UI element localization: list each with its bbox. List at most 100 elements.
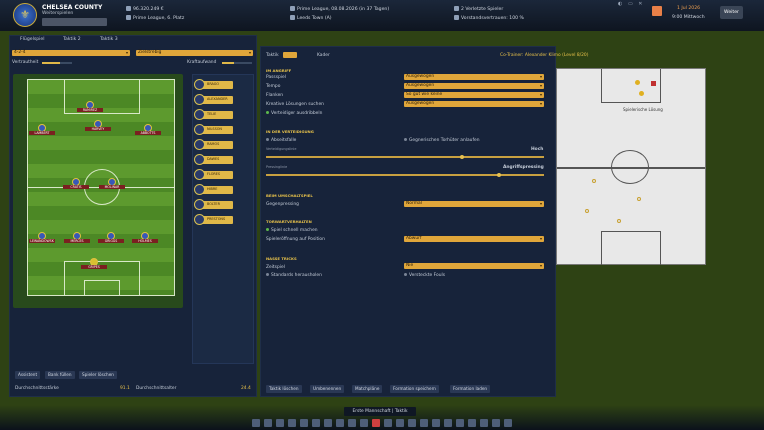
player-card[interactable]: LAMBERT <box>29 124 55 138</box>
tab-squad[interactable]: Kader <box>317 53 330 58</box>
calendar-icon[interactable] <box>652 6 662 16</box>
fill-bench-button[interactable]: Bank füllen <box>45 371 75 379</box>
sub-player[interactable]: TELIE <box>194 109 233 120</box>
assistant-button[interactable]: Assistent <box>15 371 41 379</box>
distribution-select[interactable]: Abwurf <box>404 236 544 242</box>
rename-button[interactable]: Umbenennen <box>310 385 345 393</box>
counter-press-label: Gegenpressing <box>266 202 299 207</box>
toolbar-icon[interactable] <box>324 419 332 427</box>
toolbar-icon[interactable] <box>312 419 320 427</box>
sub-player[interactable]: ALEXANDER <box>194 94 233 105</box>
hidden-fouls-radio[interactable]: Versteckte Fouls <box>404 273 445 278</box>
shirt-icon <box>194 94 205 105</box>
tab-wing-play[interactable]: Flügelspiel <box>20 36 45 44</box>
window-controls[interactable]: ◐ ▭ ✕ <box>618 1 644 7</box>
toolbar-icon[interactable] <box>480 419 488 427</box>
toolbar-icon[interactable] <box>348 419 356 427</box>
remove-players-button[interactable]: Spieler löschen <box>79 371 117 379</box>
toolbar-icon[interactable] <box>420 419 428 427</box>
handshake-icon <box>454 15 459 20</box>
quick-distribution-radio[interactable]: Spiel schnell machen <box>266 228 318 233</box>
toolbar-icon[interactable] <box>252 419 260 427</box>
toolbar-icon[interactable] <box>300 419 308 427</box>
toolbar-icon[interactable] <box>432 419 440 427</box>
injured-players[interactable]: 2 Verletzte Spieler <box>454 6 503 12</box>
toolbar-icon[interactable] <box>384 419 392 427</box>
sub-player[interactable]: FLORES <box>194 169 233 180</box>
shield-icon <box>290 15 295 20</box>
creativity-select[interactable]: Ausgewogen <box>404 101 544 107</box>
pressing-line-slider[interactable] <box>266 172 544 177</box>
money-info[interactable]: 96.320.249 € <box>126 6 164 12</box>
counter-press-select[interactable]: Normal <box>404 201 544 207</box>
sub-player[interactable]: BRAGO <box>194 79 233 90</box>
tab-tactics[interactable]: Taktik <box>266 53 279 58</box>
press-goalkeeper-radio[interactable]: Gegnerischen Torhüter anlaufen <box>404 138 480 143</box>
pressing-line-label: Pressinglinie <box>266 165 288 169</box>
board-confidence[interactable]: Vorstandsvertrauen: 100 % <box>454 15 524 21</box>
play-style-select[interactable]: Zielstrebig <box>136 50 253 56</box>
tab-tactic-2[interactable]: Taktik 2 <box>63 36 81 44</box>
toolbar-icon[interactable] <box>468 419 476 427</box>
slider-handle[interactable] <box>497 172 501 177</box>
player-card[interactable]: GRIGGS <box>98 232 124 246</box>
tempo-select[interactable]: Ausgewogen <box>404 83 544 89</box>
player-card[interactable]: MOLINAR <box>99 178 125 192</box>
offside-trap-radio[interactable]: Abseitsfalle <box>266 138 296 143</box>
match-plans-button[interactable]: Matchpläne <box>352 385 383 393</box>
tactics-toggle[interactable] <box>283 52 297 58</box>
club-crest-icon[interactable]: ⚜ <box>13 3 37 27</box>
sub-player[interactable]: BOLTER <box>194 199 233 210</box>
distribution-label: Spieleröffnung auf Position <box>266 237 325 242</box>
sub-player[interactable]: HIBRE <box>194 184 233 195</box>
player-card[interactable]: HARVEY <box>85 120 111 134</box>
toolbar-icon[interactable] <box>456 419 464 427</box>
formation-select[interactable]: 4-2-4 <box>12 50 130 56</box>
next-opponent[interactable]: Leeds Town (A) <box>290 15 332 21</box>
passing-select[interactable]: Ausgewogen <box>404 74 544 80</box>
sub-player[interactable]: RAMOS <box>194 139 233 150</box>
toolbar-icon[interactable] <box>264 419 272 427</box>
club-search-box[interactable] <box>42 18 107 26</box>
toolbar-icon[interactable] <box>288 419 296 427</box>
sub-player[interactable]: NILSSON <box>194 124 233 135</box>
win-set-pieces-radio[interactable]: Standards herausholen <box>266 273 322 278</box>
toolbar-icon[interactable] <box>408 419 416 427</box>
player-card[interactable]: CRATIS <box>63 178 89 192</box>
defensive-line-slider[interactable] <box>266 154 544 159</box>
time-wasting-select[interactable]: Nie <box>404 263 544 269</box>
dribble-defenders-radio[interactable]: Verteidiger ausdribbeln <box>266 111 322 116</box>
player-card[interactable]: GRIPES <box>81 258 107 272</box>
save-formation-button[interactable]: Formation speichern <box>390 385 439 393</box>
load-formation-button[interactable]: Formation laden <box>450 385 491 393</box>
current-time: 9:00 Mittwoch <box>672 15 705 20</box>
sub-player[interactable]: PRESTONS <box>194 214 233 225</box>
player-card[interactable]: LEWANDOWSK <box>29 232 55 246</box>
tab-tactic-3[interactable]: Taktik 3 <box>100 36 118 44</box>
next-match[interactable]: Prime League, 08.08.2026 (in 37 Tagen) <box>290 6 389 12</box>
league-position[interactable]: Prime League, 6. Platz <box>126 15 184 21</box>
continue-button[interactable]: Weiter <box>720 6 743 19</box>
medical-icon <box>454 6 459 11</box>
player-card[interactable]: RAMIREZ <box>77 101 103 115</box>
familiarity-label: Vertrautheit <box>12 60 39 65</box>
toolbar-icon[interactable] <box>336 419 344 427</box>
toolbar-icon[interactable] <box>396 419 404 427</box>
sub-player[interactable]: DAWES <box>194 154 233 165</box>
toolbar-icon[interactable] <box>444 419 452 427</box>
crosses-select[interactable]: So gut wie keine <box>404 92 544 98</box>
tactic-annotation: Spielerische Lösung <box>623 107 663 112</box>
defensive-line-value: Hoch <box>531 147 544 152</box>
assistant-coach: Co-Trainer: Alexander Klimo (Level 8/20) <box>500 53 589 58</box>
player-card[interactable]: MERCES <box>64 232 90 246</box>
toolbar-icon[interactable] <box>504 419 512 427</box>
player-card[interactable]: HOLMES <box>132 232 158 246</box>
section-defense: IN DER VERTEIDIGUNG <box>266 129 314 134</box>
toolbar-icon[interactable] <box>276 419 284 427</box>
toolbar-icon[interactable] <box>360 419 368 427</box>
player-card[interactable]: ABBOTTS <box>135 124 161 138</box>
toolbar-icon[interactable] <box>372 419 380 427</box>
toolbar-icon[interactable] <box>492 419 500 427</box>
slider-handle[interactable] <box>460 154 464 159</box>
delete-tactic-button[interactable]: Taktik löschen <box>266 385 302 393</box>
